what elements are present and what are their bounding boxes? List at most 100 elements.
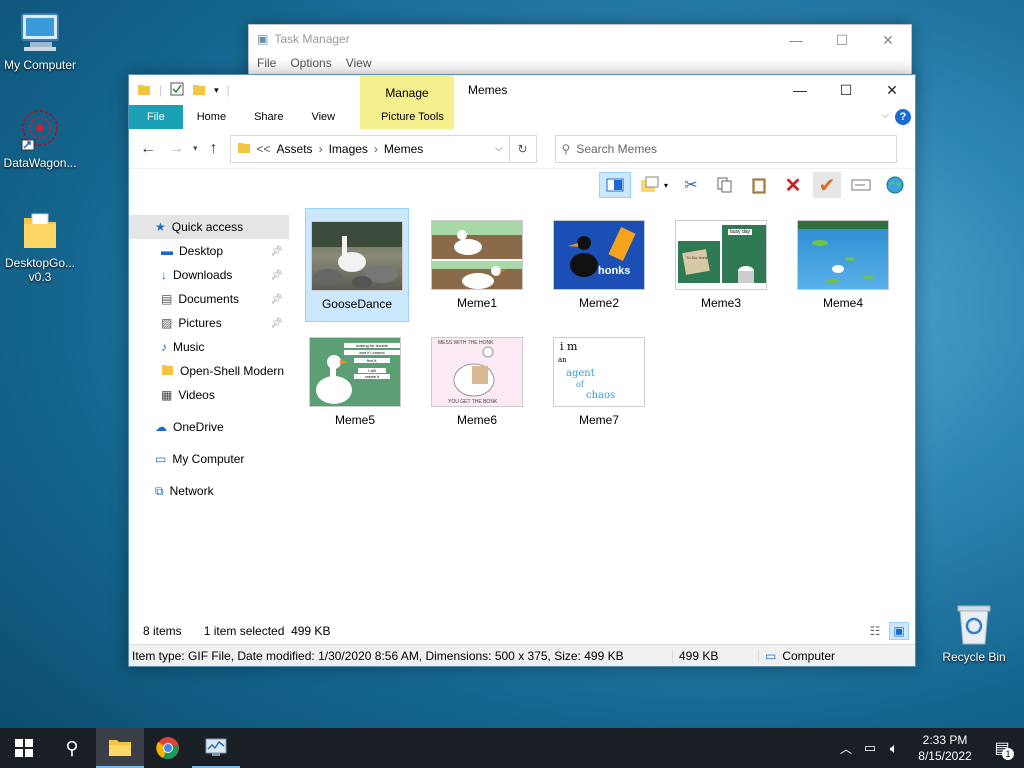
forward-button[interactable]: → (165, 140, 187, 158)
explorer-window[interactable]: | ▾ | Manage Memes — ☐ ✕ File Home Share… (128, 74, 916, 667)
taskbar-task-manager[interactable] (192, 728, 240, 768)
chevron-up-icon[interactable]: ︿ (834, 740, 858, 757)
recent-locations-icon[interactable]: ▾ (193, 143, 198, 154)
clock[interactable]: 2:33 PM 8/15/2022 (910, 732, 980, 764)
nav-documents[interactable]: ▤ Documents 📌︎ (129, 287, 289, 311)
maximize-button[interactable]: ☐ (819, 25, 865, 55)
minimize-button[interactable]: — (773, 25, 819, 55)
start-button[interactable] (0, 728, 48, 768)
search-button[interactable]: ⚲ (48, 728, 96, 768)
volume-icon[interactable]: 🔈︎ (882, 740, 906, 757)
nav-open-shell[interactable]: Open-Shell Modern (129, 359, 289, 383)
cut-icon[interactable]: ✂ (677, 172, 705, 198)
refresh-button[interactable]: ↻ (508, 134, 537, 163)
desktop-icon-recycle-bin[interactable]: Recycle Bin (934, 602, 1014, 664)
nav-onedrive[interactable]: ☁ OneDrive (129, 415, 289, 439)
close-button[interactable]: ✕ (865, 25, 911, 55)
help-icon[interactable]: ? (895, 109, 911, 125)
nav-music[interactable]: ♪ Music (129, 335, 289, 359)
nav-desktop[interactable]: ▬ Desktop 📌︎ (129, 239, 289, 263)
ribbon-tabs: File Home Share View Picture Tools ⌵ ? (129, 105, 915, 129)
tab-home[interactable]: Home (183, 105, 240, 129)
copy-icon[interactable] (711, 172, 739, 198)
datawagon-icon (18, 108, 62, 152)
tab-share[interactable]: Share (240, 105, 297, 129)
file-name: Meme6 (456, 413, 497, 427)
status-bar: 8 items 1 item selected 499 KB ☷ ▣ (129, 618, 915, 644)
rename-icon[interactable] (847, 172, 875, 198)
notification-badge: 1 (1002, 748, 1014, 760)
maximize-button[interactable]: ☐ (823, 75, 869, 105)
details-pane-button[interactable]: ▾ (637, 172, 671, 198)
nav-pictures[interactable]: ▨ Pictures 📌︎ (129, 311, 289, 335)
thumbnail: i m an agent of chaos (553, 337, 645, 407)
customize-qat-icon[interactable]: ▾ (214, 85, 219, 96)
nav-label: Open-Shell Modern (180, 364, 285, 378)
file-item-meme3[interactable]: busy day To Do: honk Meme3 (669, 208, 773, 322)
thumbnail-caption: MESS WITH THE HONK (438, 340, 494, 346)
file-item-meme7[interactable]: i m an agent of chaos Meme7 (547, 325, 651, 439)
delete-icon[interactable]: ✕ (779, 172, 807, 198)
large-icons-view-button[interactable]: ▣ (889, 622, 909, 640)
taskbar-chrome[interactable] (144, 728, 192, 768)
taskbar-file-explorer[interactable] (96, 728, 144, 768)
up-button[interactable]: ↑ (204, 140, 224, 158)
chevron-down-icon[interactable]: ⌵ (495, 143, 503, 154)
thumbnail: busy day To Do: honk (675, 220, 767, 290)
tab-file[interactable]: File (129, 105, 183, 129)
chevron-right-icon[interactable]: › (374, 142, 378, 156)
breadcrumb-memes[interactable]: Memes (384, 142, 423, 156)
paste-icon[interactable] (745, 172, 773, 198)
breadcrumb-images[interactable]: Images (329, 142, 368, 156)
thumbnail-caption: agent (566, 368, 595, 379)
nav-my-computer[interactable]: ▭ My Computer (129, 447, 289, 471)
menu-options[interactable]: Options (290, 56, 331, 70)
thumbnail-caption: create it (354, 374, 390, 379)
collapse-ribbon-icon[interactable]: ⌵ (881, 110, 889, 121)
check-icon[interactable]: ✔ (813, 172, 841, 198)
nav-network[interactable]: ⧉ Network (129, 479, 289, 503)
desktop-icon-my-computer[interactable]: My Computer (0, 10, 80, 72)
file-name: Meme3 (700, 296, 741, 310)
search-input[interactable]: ⚲ Search Memes (554, 134, 897, 163)
breadcrumb[interactable]: << Assets › Images › Memes ⌵ (229, 134, 510, 163)
address-row: ← → ▾ ↑ << Assets › Images › Memes ⌵ ↻ ⚲… (129, 129, 915, 169)
minimize-button[interactable]: — (777, 75, 823, 105)
back-button[interactable]: ← (137, 140, 159, 158)
preview-pane-button[interactable] (599, 172, 631, 198)
chevron-right-icon[interactable]: › (319, 142, 323, 156)
desktop-icon-label: DataWagon... (3, 156, 77, 170)
menu-file[interactable]: File (257, 56, 276, 70)
action-center-button[interactable]: ▤ 1 (980, 728, 1024, 768)
desktop-icon-datawagon[interactable]: DataWagon... (0, 108, 80, 170)
thumbnail-caption: To Do: honk (686, 255, 708, 260)
desktop-icon-desktopgoose[interactable]: DesktopGo... v0.3 (0, 208, 80, 284)
new-folder-icon[interactable] (192, 82, 206, 99)
window-title: Memes (468, 83, 508, 97)
network-icon[interactable]: ▭ (858, 740, 882, 756)
nav-quick-access[interactable]: ★ Quick access (129, 215, 289, 239)
file-name: Meme1 (456, 296, 497, 310)
close-button[interactable]: ✕ (869, 75, 915, 105)
file-item-meme6[interactable]: MESS WITH THE HONK YOU GET THE BONK Meme… (425, 325, 529, 439)
tab-view[interactable]: View (297, 105, 349, 129)
file-item-goosedance[interactable]: GooseDance (305, 208, 409, 322)
file-item-meme4[interactable]: Meme4 (791, 208, 895, 322)
folder-icon (18, 208, 62, 252)
file-item-meme1[interactable]: Meme1 (425, 208, 529, 322)
file-item-meme2[interactable]: honks Meme2 (547, 208, 651, 322)
nav-videos[interactable]: ▦ Videos (129, 383, 289, 407)
menu-bar: File Options View (249, 53, 911, 73)
properties-icon[interactable] (170, 82, 184, 99)
details-view-button[interactable]: ☷ (865, 622, 885, 640)
globe-icon[interactable] (881, 172, 909, 198)
task-manager-icon: ▣ (257, 32, 269, 46)
windows-logo-icon (15, 739, 33, 757)
thumbnail: MESS WITH THE HONK YOU GET THE BONK (431, 337, 523, 407)
tab-picture-tools[interactable]: Picture Tools (367, 105, 458, 129)
file-item-meme5[interactable]: looking for trouble and if I cannot find… (303, 325, 407, 439)
nav-downloads[interactable]: ↓ Downloads 📌︎ (129, 263, 289, 287)
menu-view[interactable]: View (346, 56, 372, 70)
breadcrumb-assets[interactable]: Assets (277, 142, 313, 156)
breadcrumb-overflow[interactable]: << (257, 142, 271, 156)
